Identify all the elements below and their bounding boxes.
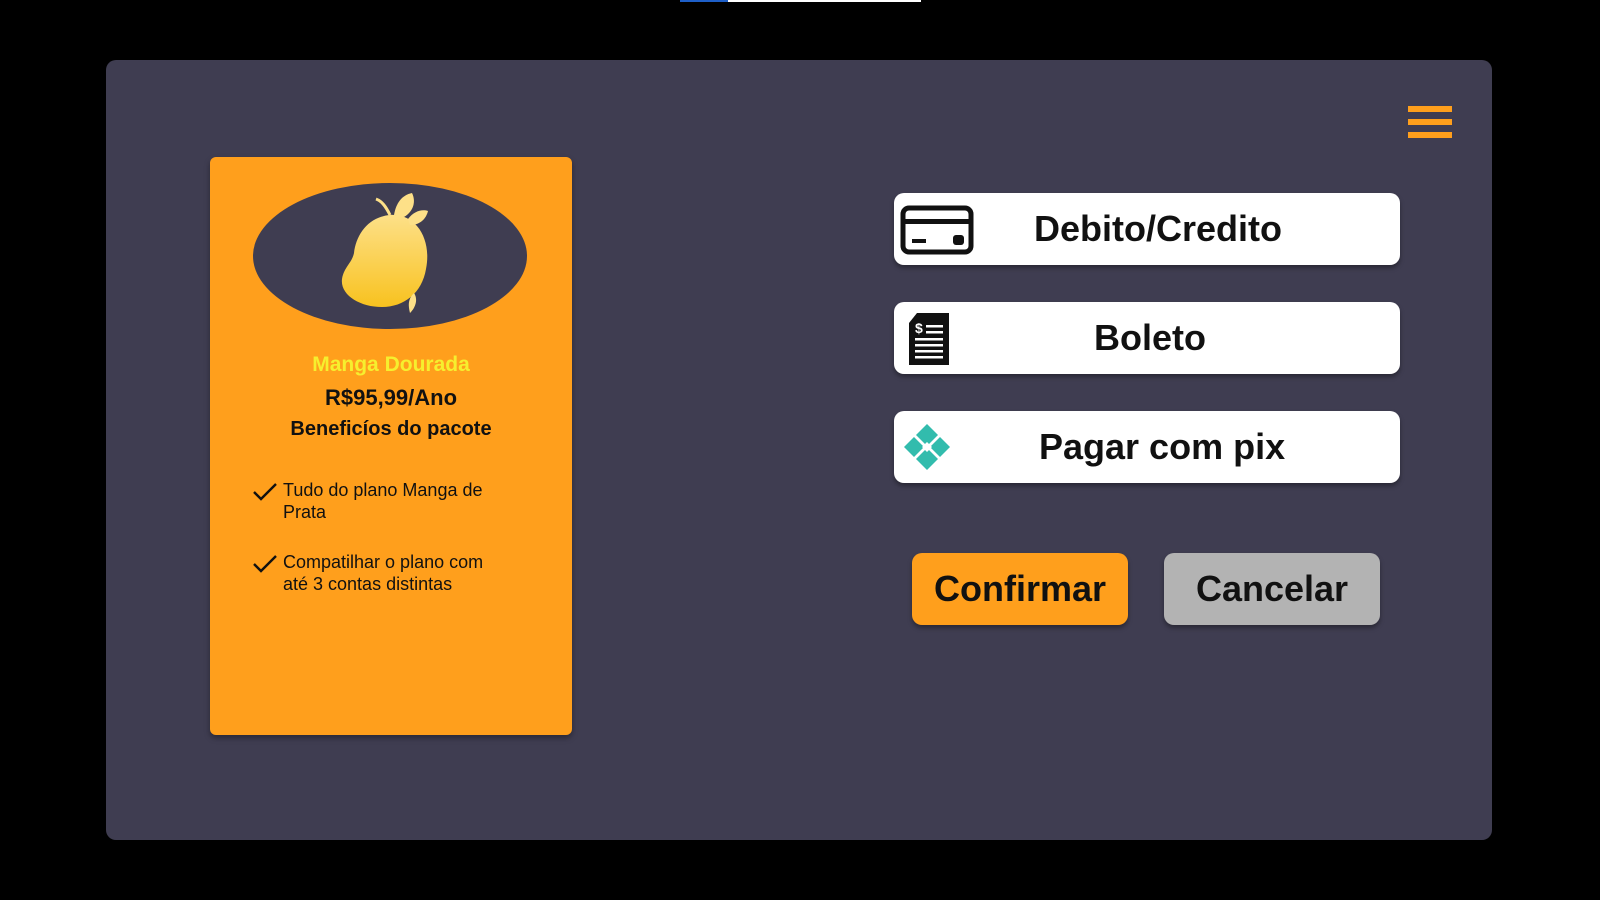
benefit-text: Tudo do plano Manga de Prata [283,480,483,522]
top-progress-segment [680,0,728,2]
pay-boleto-button[interactable]: $ Boleto [894,302,1400,374]
payment-panel: Manga Dourada R$95,99/Ano Beneficíos do … [106,60,1492,840]
top-progress-bar [680,0,921,2]
hamburger-menu-icon[interactable] [1408,106,1454,142]
plan-price: R$95,99/Ano [324,385,458,410]
plan-name: Manga Dourada [312,353,470,376]
pay-boleto-label: Boleto [1094,317,1206,358]
boleto-document-icon: $ [909,313,949,365]
pay-pix-button[interactable]: Pagar com pix [894,411,1400,483]
check-icon [253,483,277,501]
benefit-item: Tudo do plano Manga de Prata [252,479,522,523]
plan-card: Manga Dourada R$95,99/Ano Beneficíos do … [210,157,572,735]
pay-debit-credit-label: Debito/Credito [1034,208,1282,249]
cancel-button[interactable]: Cancelar [1164,553,1380,625]
pay-debit-credit-button[interactable]: Debito/Credito [894,193,1400,265]
svg-text:$: $ [915,320,923,336]
credit-card-icon [900,205,974,255]
check-icon [253,555,277,573]
benefit-text: Compatilhar o plano com até 3 contas dis… [283,552,484,594]
confirm-button[interactable]: Confirmar [912,553,1128,625]
plan-benefits-title: Beneficíos do pacote [290,418,492,440]
plan-logo [253,183,527,329]
pay-pix-label: Pagar com pix [1039,426,1286,467]
mango-icon [341,193,428,313]
pix-icon [904,424,950,470]
benefit-item: Compatilhar o plano com até 3 contas dis… [252,551,522,595]
